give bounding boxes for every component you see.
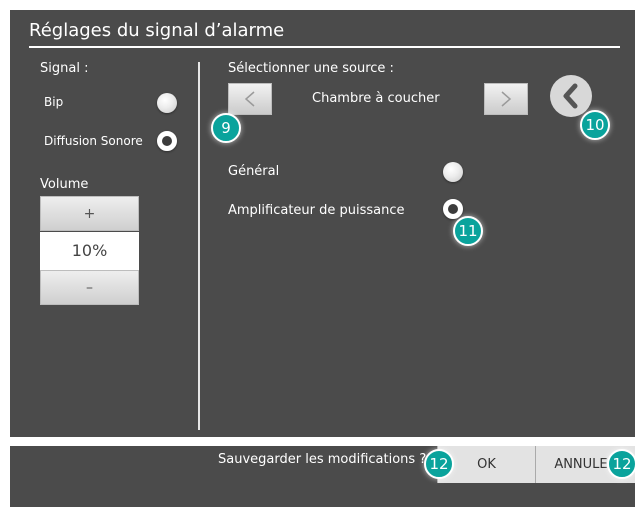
signal-diffusion-radio[interactable] bbox=[157, 131, 177, 151]
callout-badge-11: 11 bbox=[453, 216, 483, 246]
source-prev-button[interactable] bbox=[228, 83, 272, 115]
source-amplifier-radio[interactable] bbox=[443, 199, 463, 219]
source-option-amplifier-label: Amplificateur de puissance bbox=[228, 203, 405, 218]
callout-badge-12-ok: 12 bbox=[424, 449, 454, 479]
signal-bip-radio[interactable] bbox=[157, 93, 177, 113]
source-next-button[interactable] bbox=[484, 83, 528, 115]
callout-badge-10: 10 bbox=[580, 110, 610, 140]
signal-option-bip-label: Bip bbox=[44, 95, 64, 109]
volume-label: Volume bbox=[40, 177, 89, 192]
source-current: Chambre à coucher bbox=[312, 91, 440, 106]
column-divider bbox=[198, 62, 200, 430]
page-title: Réglages du signal d’alarme bbox=[29, 20, 285, 41]
save-question: Sauvegarder les modifications ? bbox=[218, 452, 427, 467]
signal-label: Signal : bbox=[40, 61, 89, 76]
back-arrow-icon bbox=[563, 83, 578, 109]
callout-badge-12-cancel: 12 bbox=[607, 449, 635, 479]
back-button[interactable] bbox=[550, 75, 592, 117]
source-general-radio[interactable] bbox=[443, 162, 463, 182]
callout-badge-9: 9 bbox=[211, 113, 241, 143]
signal-option-diffusion-label: Diffusion Sonore bbox=[44, 134, 143, 148]
chevron-right-icon bbox=[501, 91, 512, 107]
source-option-general-label: Général bbox=[228, 164, 280, 179]
chevron-left-icon bbox=[244, 91, 255, 107]
volume-decrease-button[interactable]: – bbox=[40, 270, 139, 305]
volume-increase-button[interactable]: + bbox=[40, 196, 139, 231]
volume-value: 10% bbox=[40, 232, 139, 270]
source-label: Sélectionner une source : bbox=[228, 61, 394, 76]
title-divider bbox=[29, 46, 620, 48]
